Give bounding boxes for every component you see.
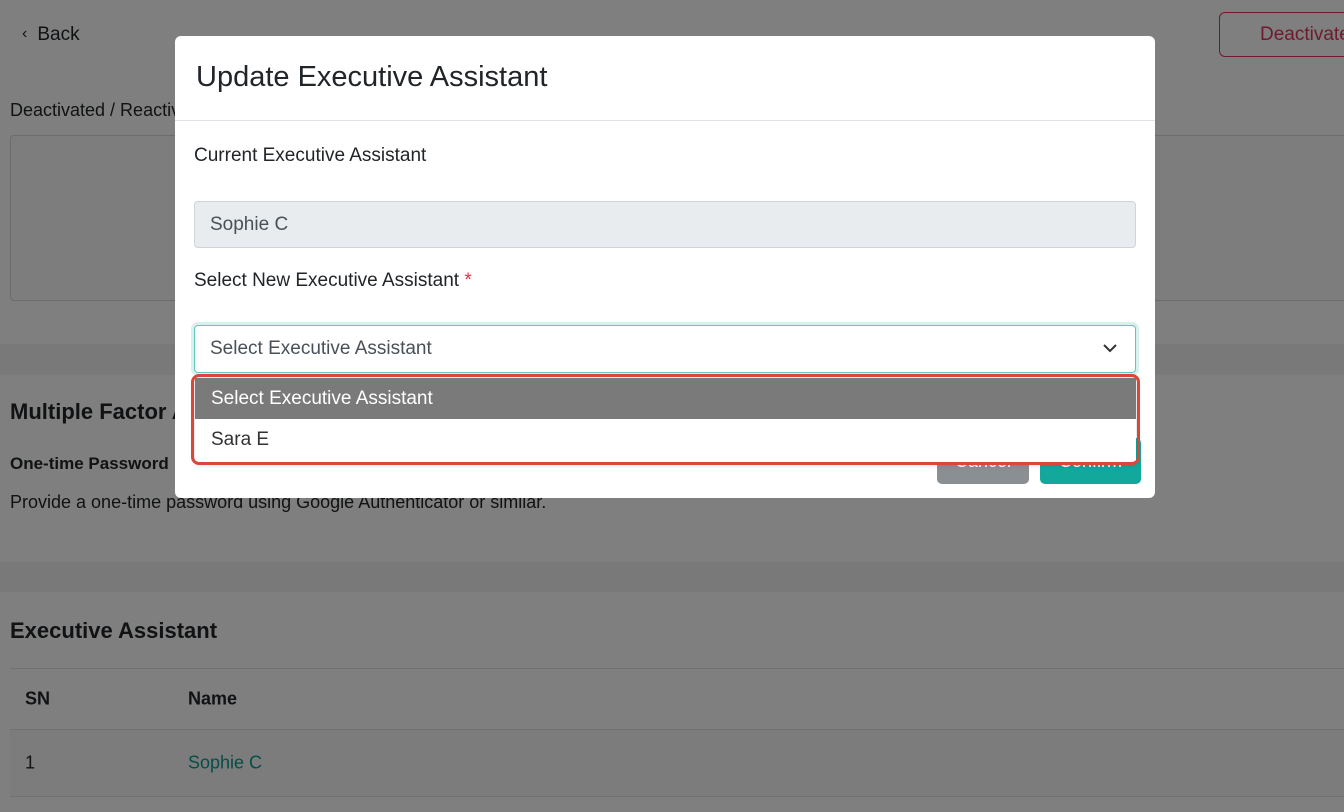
- new-assistant-label-text: Select New Executive Assistant: [194, 270, 460, 291]
- current-assistant-value: Sophie C: [210, 213, 289, 235]
- required-asterisk: *: [464, 270, 472, 291]
- modal-header: Update Executive Assistant: [175, 36, 1155, 121]
- select-value: Select Executive Assistant: [210, 338, 432, 359]
- chevron-down-icon: [1103, 344, 1117, 353]
- new-assistant-label: Select New Executive Assistant *: [194, 270, 472, 292]
- modal-title: Update Executive Assistant: [196, 61, 548, 93]
- highlight-box: [191, 374, 1140, 465]
- current-assistant-label: Current Executive Assistant: [194, 145, 427, 166]
- new-assistant-select[interactable]: Select Executive Assistant: [194, 325, 1136, 373]
- current-assistant-field: Sophie C: [194, 201, 1136, 248]
